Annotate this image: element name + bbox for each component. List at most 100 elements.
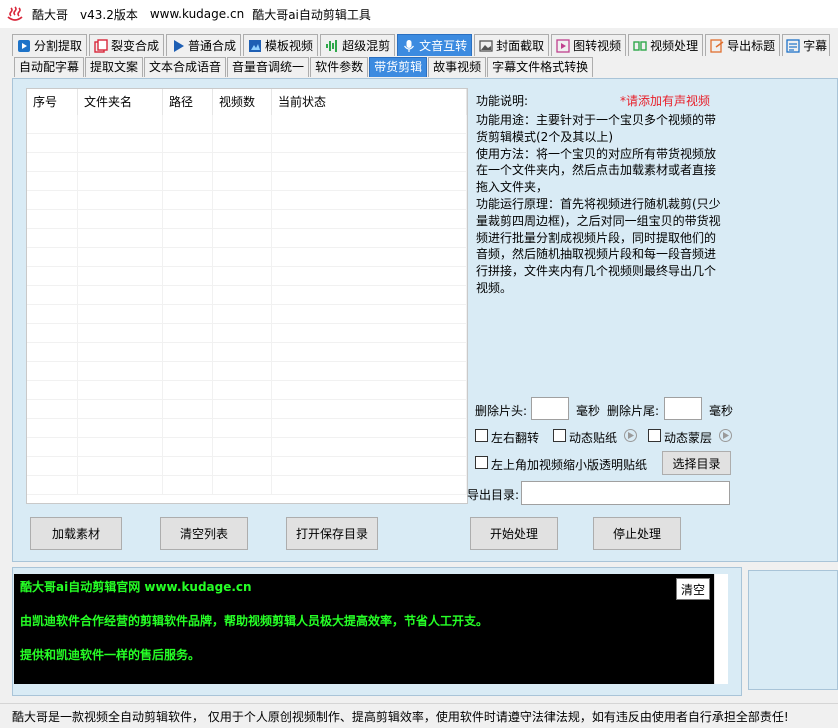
table-row[interactable] <box>27 286 467 305</box>
subtab-software-params[interactable]: 软件参数 <box>310 57 369 77</box>
subtab-volume-unify[interactable]: 音量音调统一 <box>227 57 310 77</box>
table-row[interactable] <box>27 343 467 362</box>
column-header-video-count[interactable]: 视频数 <box>213 89 272 115</box>
dynamic-sticker-checkbox[interactable] <box>553 429 566 442</box>
subtab-sales-edit[interactable]: 带货剪辑 <box>369 57 428 77</box>
table-row[interactable] <box>27 115 467 134</box>
table-row[interactable] <box>27 419 467 438</box>
table-cell <box>27 153 78 172</box>
export-title-icon <box>709 38 724 53</box>
sticker-preview-play-icon[interactable] <box>624 429 637 442</box>
clear-list-button[interactable]: 清空列表 <box>160 517 248 550</box>
side-preview-panel <box>748 570 838 690</box>
tab-normal-compose[interactable]: 普通合成 <box>166 34 242 56</box>
stop-process-button[interactable]: 停止处理 <box>593 517 681 550</box>
flip-checkbox[interactable] <box>475 429 488 442</box>
table-cell <box>27 476 78 495</box>
title-bar: 酷大哥 v43.2版本 www.kudage.cn 酷大哥ai自动剪辑工具 <box>0 0 838 28</box>
table-cell <box>213 267 272 286</box>
file-table[interactable]: 序号 文件夹名 路径 视频数 当前状态 <box>26 88 468 504</box>
start-process-button[interactable]: 开始处理 <box>470 517 558 550</box>
dynamic-mask-label[interactable]: 动态蒙层 <box>664 429 712 446</box>
table-row[interactable] <box>27 153 467 172</box>
table-cell <box>213 419 272 438</box>
table-cell <box>163 267 213 286</box>
table-row[interactable] <box>27 210 467 229</box>
table-cell <box>213 134 272 153</box>
table-cell <box>213 400 272 419</box>
subtab-extract-copy[interactable]: 提取文案 <box>85 57 144 77</box>
column-header-index[interactable]: 序号 <box>27 89 78 115</box>
table-cell <box>27 210 78 229</box>
app-url: www.kudage.cn <box>149 7 245 21</box>
table-cell <box>213 343 272 362</box>
export-dir-input[interactable] <box>521 481 730 505</box>
table-row[interactable] <box>27 476 467 495</box>
table-cell <box>213 229 272 248</box>
app-subtitle: 酷大哥ai自动剪辑工具 <box>252 7 371 22</box>
table-cell <box>163 286 213 305</box>
table-cell <box>272 438 467 457</box>
table-cell <box>272 153 467 172</box>
table-cell <box>163 153 213 172</box>
tab-image-to-video[interactable]: 图转视频 <box>551 34 627 56</box>
log-line: 酷大哥ai自动剪辑官网 www.kudage.cn <box>20 580 252 594</box>
mini-overlay-label[interactable]: 左上角加视频缩小版透明贴纸 <box>491 456 647 473</box>
column-header-folder[interactable]: 文件夹名 <box>78 89 163 115</box>
tab-export-title[interactable]: 导出标题 <box>705 34 781 56</box>
delete-head-unit: 毫秒 <box>576 404 601 418</box>
subtab-auto-subtitle[interactable]: 自动配字幕 <box>14 57 85 77</box>
column-header-path[interactable]: 路径 <box>163 89 213 115</box>
tab-cover-capture[interactable]: 封面截取 <box>474 34 550 56</box>
table-row[interactable] <box>27 381 467 400</box>
clear-log-button[interactable]: 清空 <box>676 578 710 600</box>
copy-frames-icon <box>93 38 108 53</box>
table-row[interactable] <box>27 248 467 267</box>
table-cell <box>272 381 467 400</box>
tab-video-process[interactable]: 视频处理 <box>628 34 704 56</box>
choose-dir-button[interactable]: 选择目录 <box>662 451 731 475</box>
table-cell <box>27 438 78 457</box>
tab-fission-compose[interactable]: 裂变合成 <box>89 34 165 56</box>
table-row[interactable] <box>27 362 467 381</box>
tab-subtitle[interactable]: 字幕 <box>782 34 831 56</box>
description-text: 功能用途：主要针对于一个宝贝多个视频的带货剪辑模式(2个及其以上) 使用方法：将一… <box>476 113 721 295</box>
table-row[interactable] <box>27 305 467 324</box>
log-console[interactable]: 酷大哥ai自动剪辑官网 www.kudage.cn 由凯迪软件合作经营的剪辑软件… <box>14 574 714 684</box>
subtab-subtitle-convert[interactable]: 字幕文件格式转换 <box>487 57 594 77</box>
table-row[interactable] <box>27 400 467 419</box>
table-row[interactable] <box>27 457 467 476</box>
table-row[interactable] <box>27 324 467 343</box>
delete-tail-input[interactable] <box>664 397 702 420</box>
delete-head-input[interactable] <box>531 397 569 420</box>
table-cell <box>163 134 213 153</box>
log-scrollbar[interactable] <box>714 574 728 684</box>
table-cell <box>78 476 163 495</box>
mask-preview-play-icon[interactable] <box>719 429 732 442</box>
load-material-button[interactable]: 加载素材 <box>30 517 122 550</box>
table-row[interactable] <box>27 438 467 457</box>
tab-template-video[interactable]: 模板视频 <box>243 34 319 56</box>
tab-split-extract[interactable]: 分割提取 <box>12 34 88 56</box>
mini-overlay-checkbox[interactable] <box>475 456 488 469</box>
tab-super-mix[interactable]: 超级混剪 <box>320 34 396 56</box>
table-cell <box>272 210 467 229</box>
table-row[interactable] <box>27 191 467 210</box>
flip-label[interactable]: 左右翻转 <box>491 429 539 446</box>
table-cell <box>213 305 272 324</box>
subtab-story-video[interactable]: 故事视频 <box>428 57 487 77</box>
table-row[interactable] <box>27 229 467 248</box>
table-cell <box>78 305 163 324</box>
table-row[interactable] <box>27 267 467 286</box>
table-row[interactable] <box>27 134 467 153</box>
dynamic-mask-checkbox[interactable] <box>648 429 661 442</box>
open-save-dir-button[interactable]: 打开保存目录 <box>286 517 378 550</box>
subtab-tts[interactable]: 文本合成语音 <box>144 57 227 77</box>
table-cell <box>78 267 163 286</box>
dynamic-sticker-label[interactable]: 动态贴纸 <box>569 429 617 446</box>
table-row[interactable] <box>27 172 467 191</box>
table-header: 序号 文件夹名 路径 视频数 当前状态 <box>27 89 467 115</box>
app-name: 酷大哥 <box>32 7 69 22</box>
tab-text-audio[interactable]: 文音互转 <box>397 34 473 56</box>
column-header-status[interactable]: 当前状态 <box>272 89 467 115</box>
